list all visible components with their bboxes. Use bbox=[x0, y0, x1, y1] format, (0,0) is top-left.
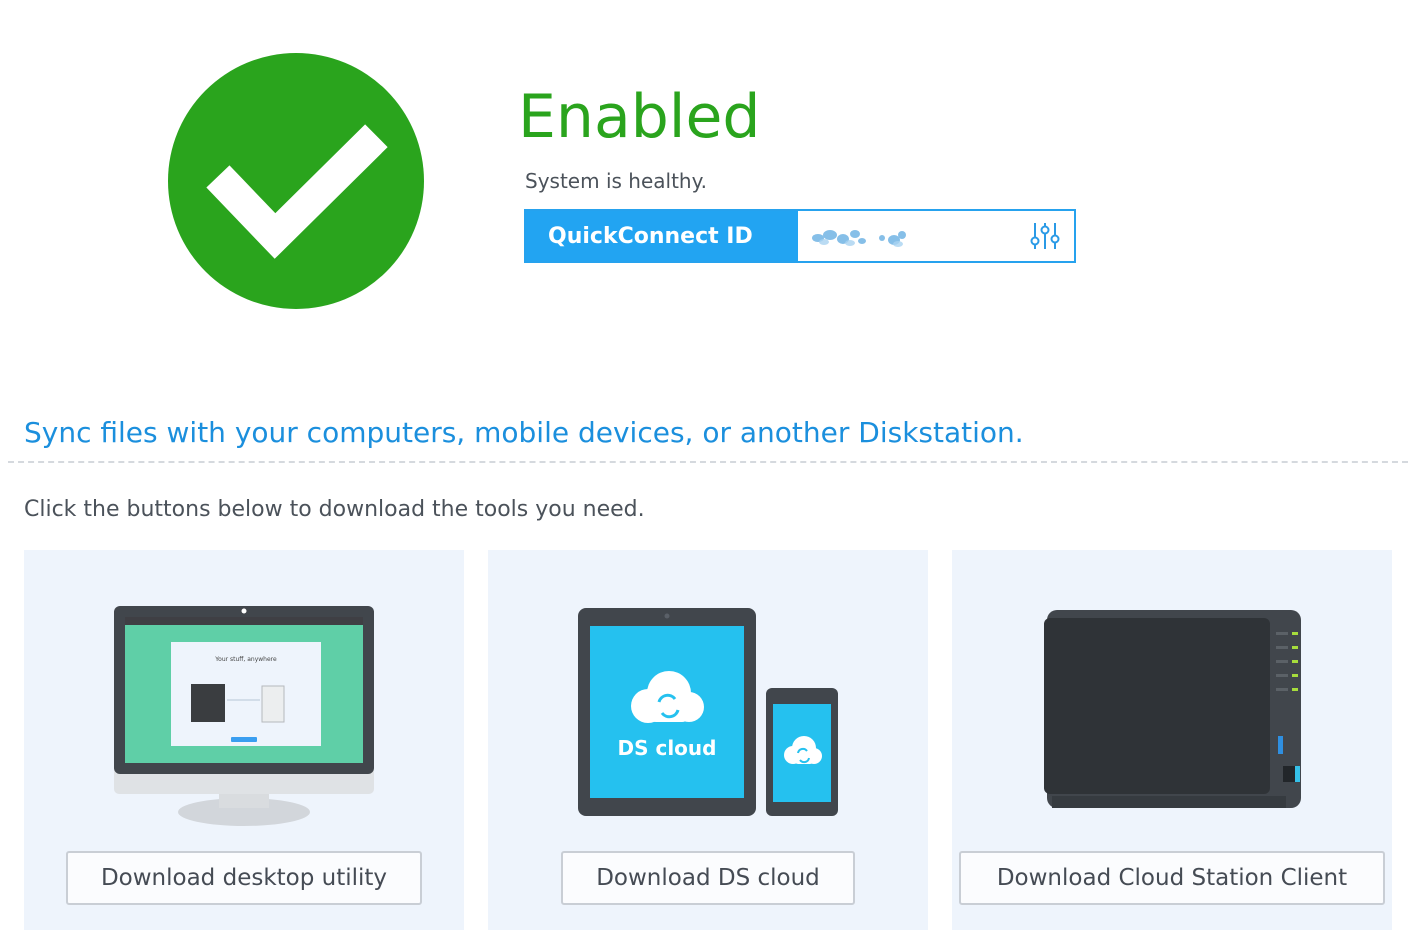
screen-title: Your stuff, anywhere bbox=[214, 656, 277, 663]
quickconnect-field: QuickConnect ID bbox=[524, 209, 1076, 263]
status-description: System is healthy. bbox=[525, 169, 707, 193]
section-divider bbox=[8, 461, 1408, 463]
quickconnect-label: QuickConnect ID bbox=[526, 211, 798, 261]
desktop-utility-card: Your stuff, anywhere Download desktop ut… bbox=[24, 550, 464, 930]
sliders-icon bbox=[1030, 223, 1060, 249]
tablet-phone-icon: DS cloud bbox=[578, 608, 838, 816]
ds-cloud-card: DS cloud Download DS cloud bbox=[488, 550, 928, 930]
sync-heading: Sync files with your computers, mobile d… bbox=[24, 416, 1024, 449]
quickconnect-settings-button[interactable] bbox=[1016, 211, 1074, 261]
download-ds-cloud-button[interactable]: Download DS cloud bbox=[561, 851, 855, 905]
desktop-monitor-icon: Your stuff, anywhere bbox=[114, 606, 374, 826]
download-instruction: Click the buttons below to download the … bbox=[24, 497, 645, 522]
nas-device-icon bbox=[1044, 610, 1301, 808]
quickconnect-id-value[interactable] bbox=[798, 211, 1016, 261]
cloud-station-client-card: Download Cloud Station Client bbox=[952, 550, 1392, 930]
ds-cloud-app-name: DS cloud bbox=[618, 736, 717, 760]
status-title: Enabled bbox=[518, 82, 761, 152]
download-cloud-station-client-button[interactable]: Download Cloud Station Client bbox=[959, 851, 1385, 905]
obscured-id-value bbox=[812, 230, 906, 247]
check-circle-icon bbox=[168, 53, 424, 309]
download-desktop-utility-button[interactable]: Download desktop utility bbox=[66, 851, 422, 905]
